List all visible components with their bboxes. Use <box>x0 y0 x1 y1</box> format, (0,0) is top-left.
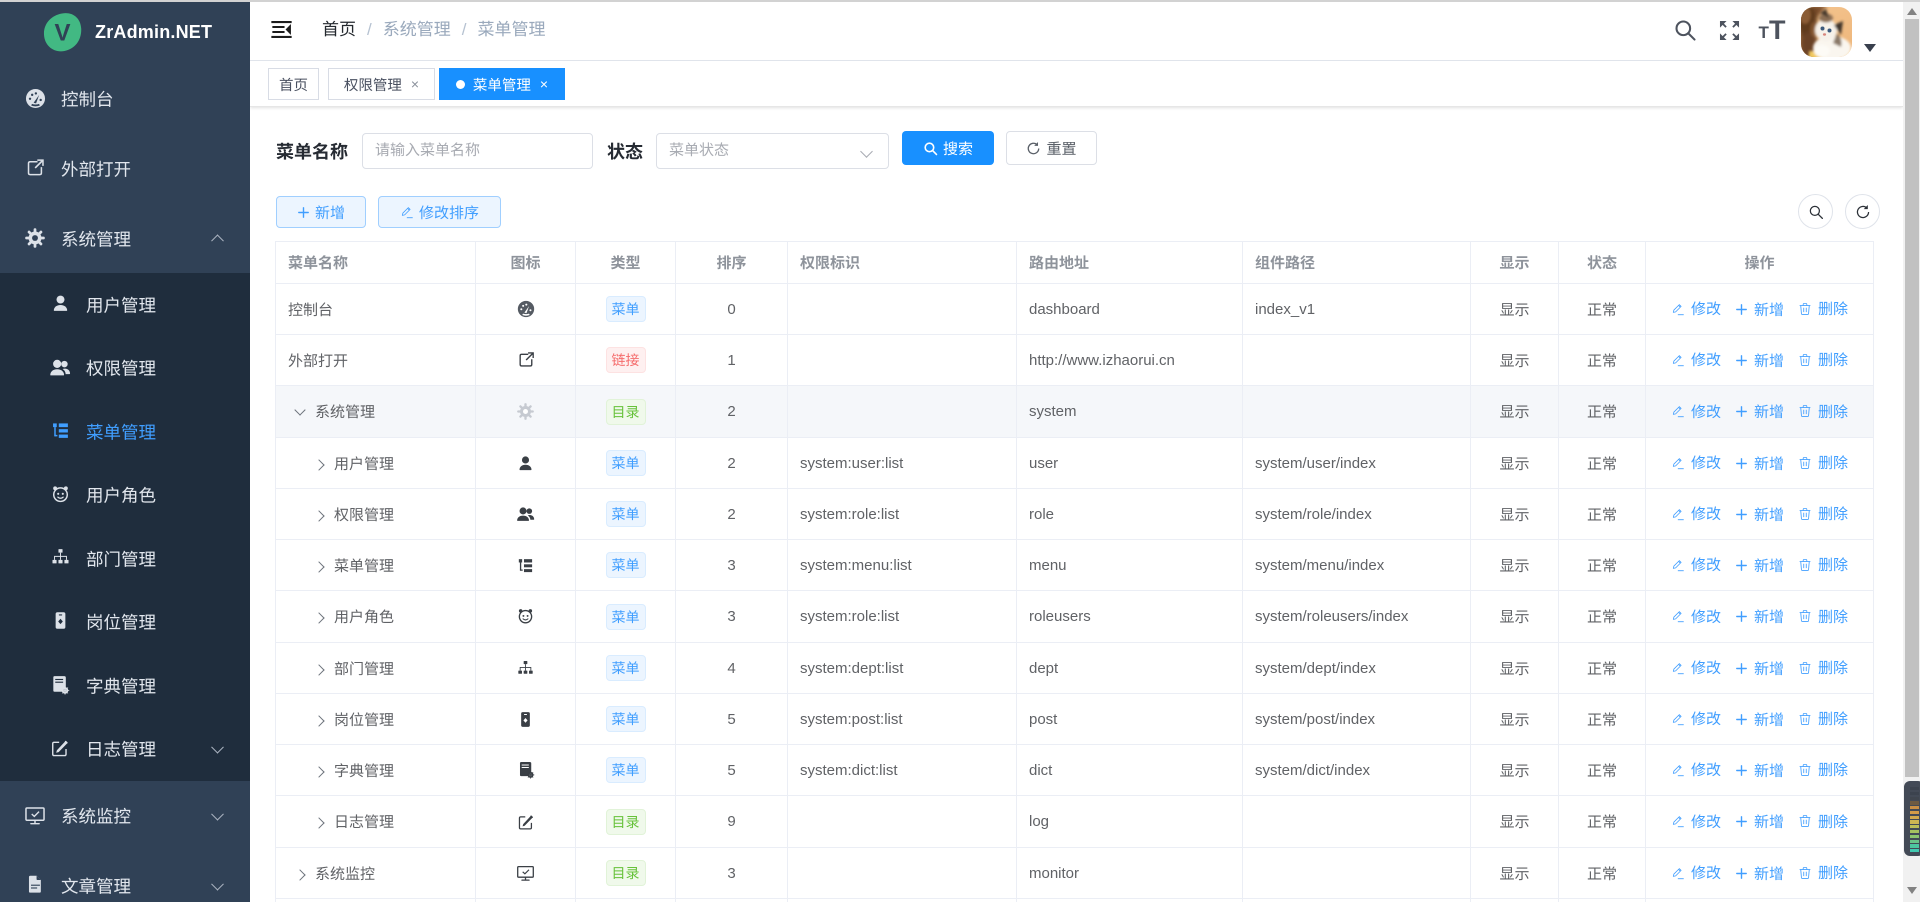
svg-text:V: V <box>54 20 70 47</box>
